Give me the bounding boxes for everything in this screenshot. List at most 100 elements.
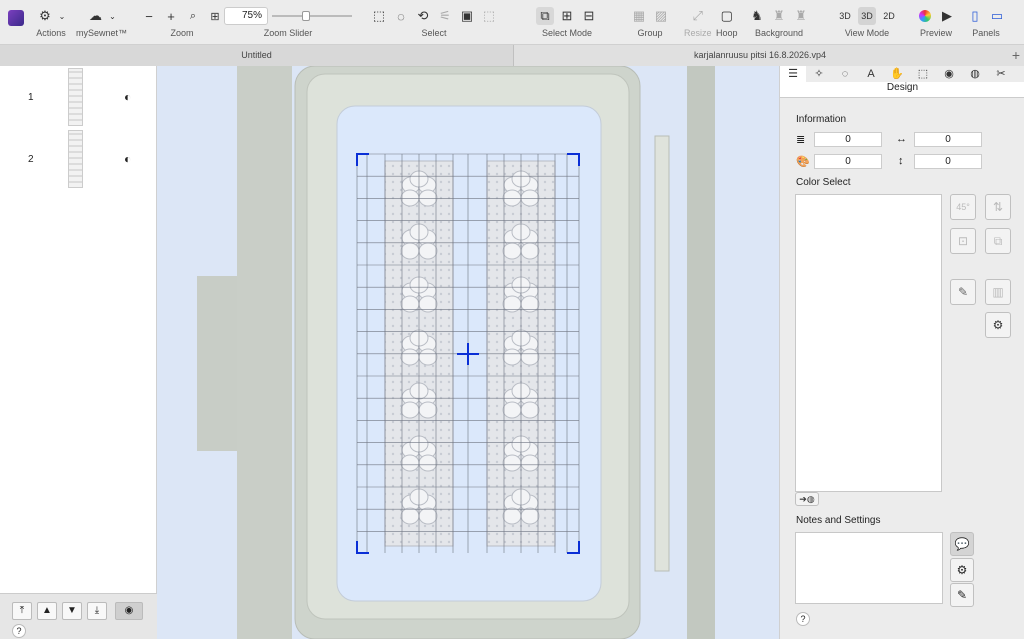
select-mode-label: Select Mode: [541, 28, 593, 38]
design-settings-icon[interactable]: ⚙: [985, 312, 1011, 338]
layer-visibility-icon[interactable]: ◐: [124, 152, 131, 166]
add-tab-button[interactable]: +: [1012, 47, 1020, 63]
move-up-button[interactable]: ▲: [37, 602, 57, 620]
select-mode-add-icon[interactable]: ⊞: [558, 7, 576, 25]
app-logo-icon[interactable]: [8, 10, 24, 26]
design-canvas[interactable]: [157, 66, 779, 639]
color-count-field: 0: [814, 154, 882, 169]
settings-gear-icon[interactable]: ⚙: [950, 558, 974, 582]
lace-flower-petal: [520, 242, 540, 260]
zoom-out-button[interactable]: −: [140, 7, 158, 25]
layer-item-2[interactable]: 2 ◐: [0, 130, 157, 190]
deselect-icon[interactable]: ⬚: [480, 7, 498, 25]
tab-karjalanruusu[interactable]: karjalanruusu pitsi 16.8.2026.vp4: [514, 45, 1006, 66]
view-mode-label: View Mode: [844, 28, 890, 38]
zoom-slider-group: 75% Zoom Slider: [224, 6, 352, 42]
select-group: ⬚ ◌ ⟲ ⚟ ▣ ⬚ Select: [370, 6, 498, 42]
mysewnet-group[interactable]: ☁ ⌄ mySewnet™: [76, 6, 127, 42]
panels-group: ▯ ▭ Panels: [966, 6, 1006, 42]
select-mode-remove-icon[interactable]: ⊟: [580, 7, 598, 25]
select-mode-new-icon[interactable]: ⧉: [536, 7, 554, 25]
view-3d-button[interactable]: 3D: [836, 7, 854, 25]
group-icon[interactable]: ▦: [630, 7, 648, 25]
cloud-icon[interactable]: ☁: [87, 7, 105, 25]
help-button-right[interactable]: ?: [796, 612, 810, 626]
width-field: 0: [914, 132, 982, 147]
tab-fill-icon[interactable]: ◉: [936, 66, 962, 82]
tab-stitch-icon[interactable]: ✋: [884, 66, 910, 82]
hoop-view: [197, 66, 715, 639]
mirror-icon[interactable]: ⇅: [985, 194, 1011, 220]
zoom-in-button[interactable]: +: [162, 7, 180, 25]
hoop-right-rail: [654, 135, 670, 572]
view-2d-button[interactable]: 2D: [880, 7, 898, 25]
zoom-label: Zoom: [170, 28, 194, 38]
zoom-slider-thumb[interactable]: [302, 11, 310, 21]
lace-flower-petal: [502, 348, 522, 366]
resize-icon[interactable]: ⤢: [689, 7, 707, 25]
notes-edit-icon[interactable]: ✎: [950, 583, 974, 607]
layer-item-1[interactable]: 1 ◐: [0, 68, 157, 128]
gear-icon[interactable]: ⚙: [36, 7, 54, 25]
lace-flower-petal: [400, 348, 420, 366]
color-wheel-icon[interactable]: [916, 7, 934, 25]
mysewnet-label: mySewnet™: [76, 28, 128, 38]
move-down-button[interactable]: ▼: [62, 602, 82, 620]
tab-untitled[interactable]: Untitled: [0, 45, 514, 66]
select-label: Select: [421, 28, 447, 38]
tab-points-icon[interactable]: ✧: [806, 66, 832, 82]
move-to-bottom-button[interactable]: ⤓: [87, 602, 107, 620]
background-shirt-alt-icon[interactable]: ♜: [792, 7, 810, 25]
lace-flower-petal: [502, 401, 522, 419]
layer-visibility-icon[interactable]: ◐: [124, 90, 131, 104]
show-hide-icon[interactable]: ◉: [115, 602, 143, 620]
color-select-list[interactable]: [795, 194, 942, 492]
tab-shapes-icon[interactable]: ◌: [832, 66, 858, 82]
edit-pencil-icon[interactable]: ✎: [950, 279, 976, 305]
zoom-slider[interactable]: [272, 7, 352, 25]
zoom-slider-label: Zoom Slider: [263, 28, 313, 38]
notes-textarea[interactable]: [795, 532, 943, 604]
box-select-icon[interactable]: ⬚: [370, 7, 388, 25]
lace-flower-petal: [400, 401, 420, 419]
background-label: Background: [754, 28, 804, 38]
center-design-icon[interactable]: ⊡: [950, 228, 976, 254]
notes-chat-icon[interactable]: 💬: [950, 532, 974, 556]
lasso-select-icon[interactable]: ◌: [392, 7, 410, 25]
color-apply-button[interactable]: ➔◍: [795, 492, 819, 506]
background-fabric-icon[interactable]: ♞: [748, 7, 766, 25]
help-button[interactable]: ?: [12, 624, 26, 638]
tab-text-icon[interactable]: A: [858, 66, 884, 82]
hoop-label: Hoop: [716, 28, 738, 38]
ungroup-icon[interactable]: ▨: [652, 7, 670, 25]
play-preview-icon[interactable]: ▶: [938, 7, 956, 25]
lace-flower-petal: [418, 189, 438, 207]
lace-flower-petal: [418, 401, 438, 419]
resize-group: ⤢ Resize: [684, 6, 712, 42]
actions-group[interactable]: ⚙ ⌄ Actions: [36, 6, 66, 42]
lace-flower-petal: [418, 348, 438, 366]
resize-label: Resize: [684, 28, 712, 38]
tab-design[interactable]: ☰: [780, 66, 806, 82]
zoom-value-field[interactable]: 75%: [224, 7, 268, 25]
view-3d-realistic-button[interactable]: 3D: [858, 7, 876, 25]
move-to-top-button[interactable]: ⤒: [12, 602, 32, 620]
freehand-select-icon[interactable]: ⟲: [414, 7, 432, 25]
rotate-45-button[interactable]: 45°: [950, 194, 976, 220]
tab-tools-icon[interactable]: ✂: [988, 66, 1014, 82]
hoop-clamp: [687, 66, 715, 639]
lace-flower-petal: [418, 454, 438, 472]
hoop-icon[interactable]: ▢: [718, 7, 736, 25]
lace-flower-petal: [418, 242, 438, 260]
tab-frame-icon[interactable]: ⬚: [910, 66, 936, 82]
tab-globe-icon[interactable]: ◍: [962, 66, 988, 82]
magic-select-icon[interactable]: ⚟: [436, 7, 454, 25]
panel-left-icon[interactable]: ▯: [966, 7, 984, 25]
duplicate-icon[interactable]: ⧉: [985, 228, 1011, 254]
background-shirt-icon[interactable]: ♜: [770, 7, 788, 25]
select-all-icon[interactable]: ▣: [458, 7, 476, 25]
zoom-to-rect-icon[interactable]: ⌕: [184, 7, 202, 25]
panel-right-icon[interactable]: ▭: [988, 7, 1006, 25]
zoom-to-fit-icon[interactable]: ⊞: [206, 7, 224, 25]
satin-icon[interactable]: ▥: [985, 279, 1011, 305]
